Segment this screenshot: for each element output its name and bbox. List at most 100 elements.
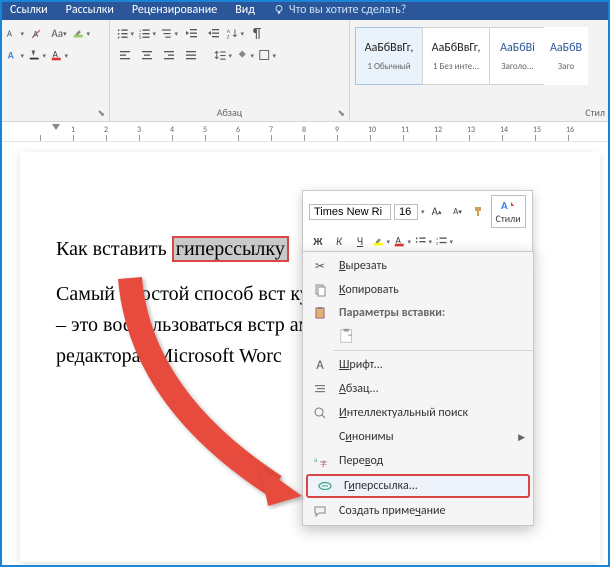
style-label: Заго <box>558 61 574 72</box>
selected-text: гиперссылку <box>172 236 289 262</box>
submenu-arrow-icon: ▶ <box>518 432 525 443</box>
font-group-label: ⬊ <box>6 106 103 119</box>
font-icon: A <box>311 356 329 374</box>
mini-underline-button[interactable]: Ч <box>351 232 369 250</box>
tab-review[interactable]: Рецензирование <box>132 3 217 17</box>
tab-view[interactable]: Вид <box>235 3 255 17</box>
style-label: Заголо... <box>501 61 533 72</box>
menu-new-comment[interactable]: Создать примечание <box>303 499 533 523</box>
blank-icon <box>311 428 329 446</box>
font-size-button[interactable]: A <box>6 24 24 42</box>
mini-bullets-button[interactable] <box>414 232 432 250</box>
font-color-button[interactable]: A <box>50 46 68 64</box>
menu-paragraph[interactable]: Абзац... <box>303 377 533 401</box>
line-spacing-button[interactable] <box>214 46 232 64</box>
menu-cut[interactable]: ✂ВВырезатьырезать <box>303 254 533 278</box>
ruler[interactable]: 12345678910111213141516 <box>0 122 610 142</box>
svg-text:A: A <box>7 30 13 40</box>
font-group: A A Aa▾ A A ⬊ <box>0 20 110 121</box>
paste-icon <box>311 304 329 322</box>
svg-text:3: 3 <box>139 36 142 40</box>
styles-group: АаБбВвГг, 1 Обычный АаБбВвГг, 1 Без инте..… <box>350 20 610 121</box>
borders-button[interactable] <box>258 46 276 64</box>
paragraph-icon <box>311 380 329 398</box>
svg-text:字: 字 <box>320 459 327 468</box>
shading-button[interactable] <box>28 46 46 64</box>
dialog-launcher-icon[interactable]: ⬊ <box>97 108 105 119</box>
menu-font[interactable]: AШрифт... <box>303 353 533 377</box>
translate-icon: a字 <box>311 452 329 470</box>
multilevel-list-button[interactable] <box>160 24 178 42</box>
tell-me-label: Что вы хотите сделать? <box>289 3 406 17</box>
paste-option-icon <box>339 327 357 345</box>
sort-button[interactable]: AZ <box>226 24 244 42</box>
grow-font-button[interactable]: A▴ <box>428 203 446 221</box>
copy-icon <box>311 281 329 299</box>
paragraph-group: 123 AZ ¶ Абзац⬊ <box>110 20 350 121</box>
svg-text:2: 2 <box>436 242 439 247</box>
align-left-button[interactable] <box>116 46 134 64</box>
style-normal[interactable]: АаБбВвГг, 1 Обычный <box>355 27 423 85</box>
hyperlink-icon <box>316 477 334 495</box>
style-preview: АаБбВі <box>500 41 535 55</box>
mini-font-color-button[interactable]: A <box>393 232 411 250</box>
svg-text:A: A <box>8 50 14 62</box>
tab-references[interactable]: Ссылки <box>10 3 48 17</box>
align-center-button[interactable] <box>138 46 156 64</box>
indent-marker-icon[interactable] <box>52 124 60 130</box>
context-menu: ✂ВВырезатьырезать Копировать Параметры в… <box>302 251 534 526</box>
mini-italic-button[interactable]: К <box>330 232 348 250</box>
style-preview: АаБбВ <box>550 41 582 55</box>
mini-font-size[interactable] <box>394 204 418 220</box>
clear-formatting-button[interactable]: A <box>28 24 46 42</box>
show-marks-button[interactable]: ¶ <box>248 24 266 42</box>
search-icon <box>311 404 329 422</box>
svg-text:A: A <box>33 29 39 40</box>
menu-translate[interactable]: a字Перевод <box>303 449 533 473</box>
change-case-button[interactable]: Aa▾ <box>50 24 68 42</box>
shrink-font-button[interactable]: A▾ <box>449 203 467 221</box>
mini-numbering-button[interactable]: 12 <box>435 232 453 250</box>
ribbon: A A Aa▾ A A ⬊ 123 AZ ¶ <box>0 20 610 122</box>
text-highlight-button[interactable] <box>72 24 90 42</box>
style-label: 1 Обычный <box>367 61 410 72</box>
menu-paste-options-header: Параметры вставки: <box>303 302 533 324</box>
style-no-spacing[interactable]: АаБбВвГг, 1 Без инте... <box>422 27 490 85</box>
text-effects-button[interactable]: A <box>6 46 24 64</box>
mini-styles-label: Стили <box>496 212 521 225</box>
style-heading1[interactable]: АаБбВі Заголо... <box>489 27 545 85</box>
mini-styles-button[interactable]: AСтили <box>491 195 526 228</box>
mini-toolbar: ▾ A▴ A▾ AСтили Ж К Ч A 12 <box>302 190 533 255</box>
numbering-button[interactable]: 123 <box>138 24 156 42</box>
increase-indent-button[interactable] <box>204 24 222 42</box>
tell-me-search[interactable]: Что вы хотите сделать? <box>273 3 406 17</box>
menu-copy[interactable]: Копировать <box>303 278 533 302</box>
mini-bold-button[interactable]: Ж <box>309 232 327 250</box>
style-preview: АаБбВвГг, <box>432 41 481 55</box>
menu-separator <box>333 350 533 351</box>
bullets-button[interactable] <box>116 24 134 42</box>
decrease-indent-button[interactable] <box>182 24 200 42</box>
lightbulb-icon <box>273 4 285 16</box>
paragraph-group-label: Абзац⬊ <box>116 106 343 119</box>
style-heading2[interactable]: АаБбВ Заго <box>544 27 588 85</box>
svg-text:A: A <box>501 199 508 212</box>
justify-button[interactable] <box>182 46 200 64</box>
fill-button[interactable] <box>236 46 254 64</box>
svg-text:Z: Z <box>227 34 230 40</box>
mini-font-family[interactable] <box>309 204 391 220</box>
svg-text:a: a <box>314 455 317 464</box>
menu-synonyms[interactable]: Синонимы▶ <box>303 425 533 449</box>
style-preview: АаБбВвГг, <box>365 41 414 55</box>
dialog-launcher-icon[interactable]: ⬊ <box>337 108 345 119</box>
tab-mailings[interactable]: Рассылки <box>66 3 114 17</box>
menu-smart-lookup[interactable]: Интеллектуальный поиск <box>303 401 533 425</box>
cut-icon: ✂ <box>311 257 329 275</box>
align-right-button[interactable] <box>160 46 178 64</box>
menu-hyperlink[interactable]: Гиперссылка... <box>306 474 530 498</box>
ribbon-tabs: Ссылки Рассылки Рецензирование Вид Что в… <box>0 0 610 20</box>
mini-highlight-button[interactable] <box>372 232 390 250</box>
menu-paste-option-keep-source[interactable] <box>303 324 533 348</box>
style-label: 1 Без инте... <box>433 61 479 72</box>
format-painter-button[interactable] <box>470 203 488 221</box>
